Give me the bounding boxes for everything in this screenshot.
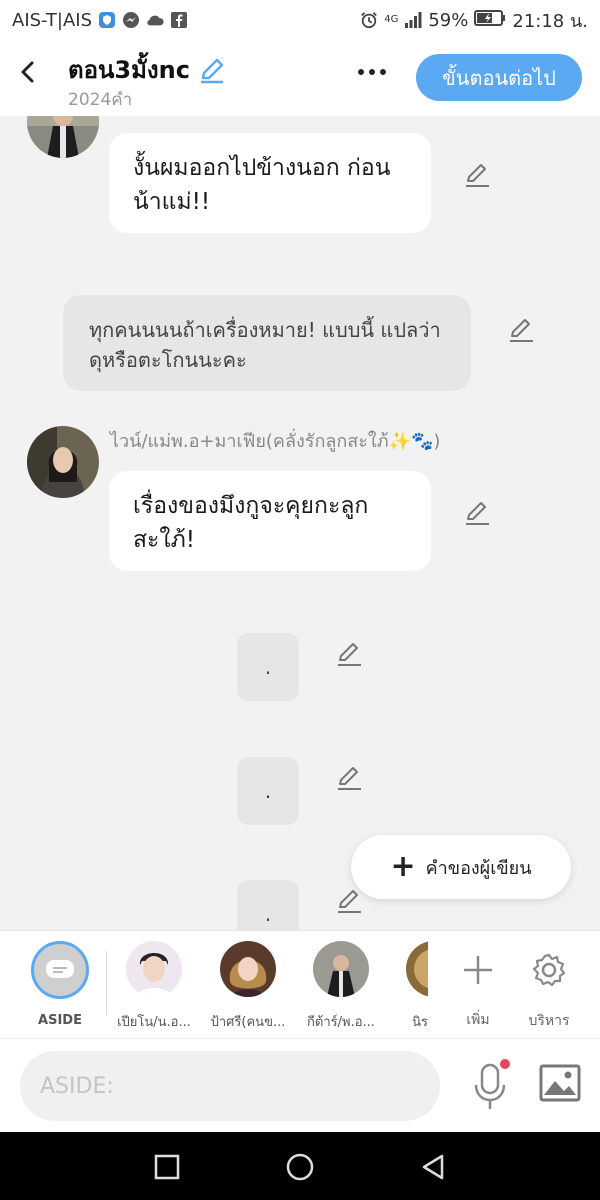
alarm-icon	[360, 11, 378, 29]
divider	[106, 951, 107, 1015]
input-bar	[0, 1038, 600, 1132]
microphone-button[interactable]	[470, 1059, 510, 1113]
narration-text: ทุกคนนนนถ้าเครื่องหมาย! แบบนี้ แปลว่าดุห…	[89, 318, 441, 372]
microphone-icon	[474, 1059, 510, 1109]
character-bar: ASIDE เปียโน/น.อ... ป้าศรี(คนข... กีต้าร…	[0, 930, 600, 1038]
system-nav-bar	[0, 1132, 600, 1200]
facebook-icon	[170, 11, 188, 29]
character-avatar[interactable]	[27, 426, 99, 498]
edit-message-icon[interactable]	[463, 499, 491, 527]
manage-label: บริหาร	[528, 1013, 570, 1029]
battery-percent: 59%	[428, 9, 469, 31]
network-type: 4G	[384, 14, 399, 25]
shield-app-icon	[98, 11, 116, 29]
messenger-icon	[122, 11, 140, 29]
chevron-left-icon	[21, 61, 34, 83]
character-avatar	[313, 941, 369, 997]
editor-header: ตอน3มั้งnc 2024คำ ขั้นตอนต่อไป	[0, 40, 600, 116]
character-avatar[interactable]	[27, 116, 99, 158]
carrier-label: AIS-T|AIS	[12, 9, 92, 31]
word-count: 2024คำ	[68, 90, 133, 110]
signal-icon	[404, 11, 422, 29]
character-avatar	[126, 941, 182, 997]
message-text: เรื่องของมึงกูจะคุยกะลูก สะใภ้!	[133, 493, 369, 553]
character-chip[interactable]: เปียโน/น.อ...	[112, 941, 196, 1032]
plus-icon: +	[390, 849, 416, 884]
manage-characters-button[interactable]: บริหาร	[517, 941, 581, 1032]
chat-area[interactable]: งั้นผมออกไปข้างนอก ก่อนน้าแม่!! ทุกคนนนน…	[0, 116, 600, 930]
edit-narration-icon[interactable]	[507, 316, 535, 344]
aside-label: ASIDE	[38, 1013, 82, 1028]
plus-icon	[464, 956, 492, 984]
narration-bubble[interactable]: ทุกคนนนนถ้าเครื่องหมาย! แบบนี้ แปลว่าดุห…	[63, 295, 471, 391]
status-right: 4G 59% 21:18 น.	[360, 6, 588, 35]
speech-bubble-icon	[46, 960, 74, 978]
character-chip[interactable]: กีต้าร์/พ.อ...	[299, 941, 383, 1032]
dot-text: .	[264, 902, 272, 926]
battery-icon	[474, 9, 506, 32]
dot-text: .	[264, 655, 272, 679]
character-avatar	[220, 941, 276, 997]
episode-title-text: ตอน3มั้งnc	[68, 56, 190, 84]
home-icon[interactable]	[285, 1152, 315, 1182]
message-bubble[interactable]: งั้นผมออกไปข้างนอก ก่อนน้าแม่!!	[109, 133, 431, 233]
message-text: งั้นผมออกไปข้างนอก ก่อนน้าแม่!!	[133, 155, 391, 215]
gear-icon	[532, 953, 566, 987]
add-label: เพิ่ม	[466, 1012, 490, 1028]
back-button[interactable]	[14, 58, 42, 86]
sender-name: ไวน์/แม่พ.อ+มาเฟีย(คลั่งรักลูกสะใภ้✨🐾)	[110, 431, 441, 452]
recent-apps-icon[interactable]	[152, 1152, 182, 1182]
add-character-button[interactable]: เพิ่ม	[446, 941, 510, 1031]
edit-message-icon[interactable]	[463, 161, 491, 189]
character-name: เปียโน/น.อ...	[117, 1015, 191, 1030]
character-chip[interactable]: นิร	[392, 941, 428, 1032]
aside-avatar	[31, 941, 89, 999]
edit-dot-icon[interactable]	[335, 887, 363, 915]
cloud-icon	[146, 11, 164, 29]
image-icon	[539, 1064, 581, 1102]
character-name: ป้าศรี(คนข...	[210, 1015, 286, 1030]
dot-bubble[interactable]: .	[237, 633, 299, 701]
author-note-label: คำของผู้เขียน	[425, 857, 532, 879]
character-name: นิร	[412, 1015, 428, 1030]
message-input[interactable]	[20, 1051, 440, 1121]
pencil-icon[interactable]	[198, 56, 226, 84]
edit-dot-icon[interactable]	[335, 764, 363, 792]
aside-character[interactable]: ASIDE	[18, 941, 102, 1028]
dot-bubble[interactable]: .	[237, 880, 299, 930]
character-name: กีต้าร์/พ.อ...	[307, 1015, 375, 1030]
next-step-button[interactable]: ขั้นตอนต่อไป	[416, 54, 582, 101]
add-author-note-button[interactable]: + คำของผู้เขียน	[351, 835, 571, 899]
edit-dot-icon[interactable]	[335, 640, 363, 668]
message-bubble[interactable]: เรื่องของมึงกูจะคุยกะลูก สะใภ้!	[109, 471, 431, 571]
character-chip[interactable]: ป้าศรี(คนข...	[206, 941, 290, 1032]
back-nav-icon[interactable]	[418, 1152, 448, 1182]
episode-title[interactable]: ตอน3มั้งnc	[68, 50, 226, 89]
more-options-button[interactable]	[352, 58, 392, 86]
image-button[interactable]	[538, 1063, 582, 1103]
character-avatar	[406, 941, 428, 997]
clock: 21:18 น.	[512, 10, 588, 32]
status-left: AIS-T|AIS	[12, 10, 188, 31]
status-bar: AIS-T|AIS 4G 59% 21:18 น.	[0, 0, 600, 40]
dot-bubble[interactable]: .	[237, 757, 299, 825]
dot-text: .	[264, 779, 272, 803]
